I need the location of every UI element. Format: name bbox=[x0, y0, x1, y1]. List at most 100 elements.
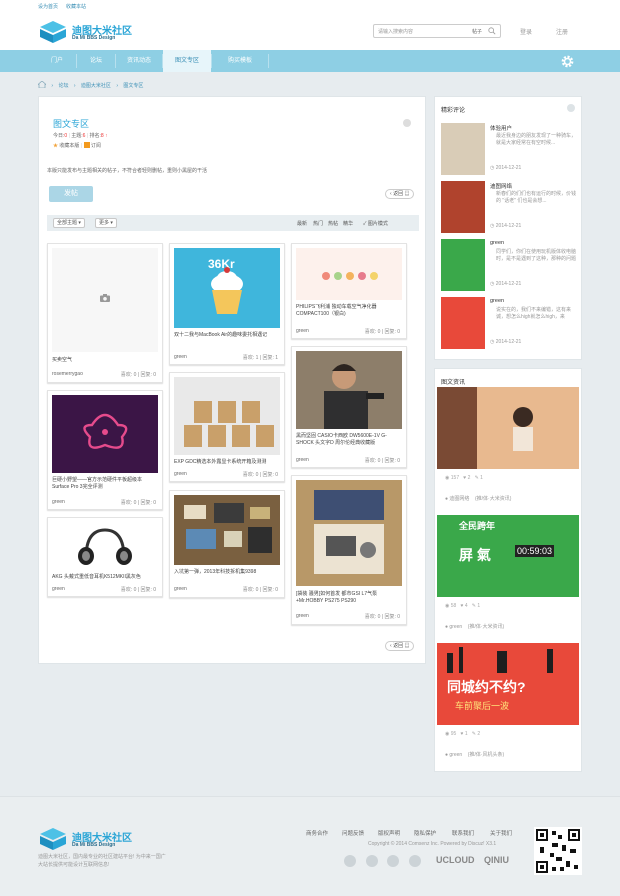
thread-card[interactable]: PHILIPS飞利浦 独动车载空气净化器 COMPACT100（银白) gree… bbox=[291, 243, 407, 339]
comment-thumbnail bbox=[441, 297, 485, 349]
filter-hot-posts[interactable]: 热帖 bbox=[328, 220, 338, 227]
thread-meta: 喜欢: 0 | 回复: 0 bbox=[242, 472, 278, 478]
thread-card[interactable]: [袋装 骚男]如何首发 都市GSI L7气泵+Mr.HOBBY PS275 PS… bbox=[291, 475, 407, 625]
logo-cube-icon bbox=[40, 828, 66, 850]
news-tile[interactable]: 同城约不约? 车前聚后一波 ◉ 95 ♥ 1 ✎ 2 ● green (推/体·… bbox=[437, 643, 579, 769]
home-icon[interactable] bbox=[36, 80, 48, 89]
nav-item-portal[interactable]: 门户 bbox=[38, 50, 76, 72]
thread-title[interactable]: PHILIPS飞利浦 独动车载空气净化器 COMPACT100（银白) bbox=[296, 304, 402, 318]
search-input[interactable]: 请输入搜索内容 bbox=[378, 28, 413, 35]
thread-meta: 喜欢: 0 | 回复: 0 bbox=[242, 587, 278, 593]
filter-hot[interactable]: 热门 bbox=[313, 220, 323, 227]
thread-card[interactable]: 黑而坚固 CASIO卡西欧 DW5600E-1V G-SHOCK 头文字D 周尔… bbox=[291, 346, 407, 468]
comment-item[interactable]: green 说实在的，我们不来编错，这有来诚，想怎么high就怎么high，来 … bbox=[441, 297, 577, 349]
thread-author[interactable]: green bbox=[174, 354, 187, 360]
comment-author[interactable]: 迪图网络 bbox=[490, 182, 512, 190]
poster-subtitle: 车前聚后一波 bbox=[455, 701, 510, 711]
back-button-top[interactable]: ‹ 返回 ▤ bbox=[385, 189, 415, 199]
thread-author[interactable]: green bbox=[174, 471, 187, 477]
thread-title[interactable]: 买卖空气 bbox=[52, 357, 158, 364]
news-author[interactable]: ● green (推/体·风机头条) bbox=[445, 751, 504, 758]
back-button-bottom[interactable]: ‹ 返回 ▤ bbox=[385, 641, 415, 651]
new-post-button[interactable]: 发帖 bbox=[49, 186, 93, 202]
nav-item-forum[interactable]: 论坛 bbox=[77, 50, 115, 72]
thread-title[interactable]: 黑而坚固 CASIO卡西欧 DW5600E-1V G-SHOCK 头文字D 周尔… bbox=[296, 433, 402, 447]
thread-author[interactable]: green bbox=[296, 328, 309, 334]
thread-title[interactable]: 双十二我与MacBook Air的趣味委托相遇记 bbox=[174, 332, 280, 339]
thread-card[interactable]: AKG 头戴式重低音耳机K512MKII黑灰色 green 喜欢: 0 | 回复… bbox=[47, 517, 163, 597]
comment-item[interactable]: green 同学们，你们在使用玩机版体收电脑时，是不是遇到了这种，那种的问题 ◷… bbox=[441, 239, 577, 291]
thread-card[interactable]: 36Kr 双十二我与MacBook Air的趣味委托相遇记 green 喜欢: … bbox=[169, 243, 285, 365]
breadcrumb-current[interactable]: 图文专区 bbox=[123, 83, 143, 89]
thread-author[interactable]: green bbox=[296, 613, 309, 619]
search-icon[interactable] bbox=[488, 27, 496, 35]
favorite-link[interactable]: 收藏本版 bbox=[59, 143, 79, 149]
thread-author[interactable]: green bbox=[52, 586, 65, 592]
news-tile[interactable]: 全民跨年 屏 氣 00:59:03 ◉ 58 ♥ 4 ✎ 1 ● green (… bbox=[437, 515, 579, 643]
footer-link-feedback[interactable]: 问题反馈 bbox=[342, 829, 364, 837]
filter-latest[interactable]: 最新 bbox=[297, 220, 307, 227]
thread-title[interactable]: 巨硬小野望——官方示范硬件平板超级本 Surface Pro 3完全评测 bbox=[52, 477, 158, 491]
share-icon[interactable] bbox=[409, 855, 422, 867]
nav-item-pictures[interactable]: 图文专区 bbox=[163, 50, 211, 72]
breadcrumb-community[interactable]: 迪图大米社区 bbox=[81, 83, 111, 89]
news-author[interactable]: ● green (推/体·大米资讯) bbox=[445, 623, 504, 630]
footer-link-about[interactable]: 关于我们 bbox=[490, 829, 512, 837]
weibo-icon[interactable] bbox=[344, 855, 356, 867]
collapse-icon[interactable] bbox=[403, 119, 411, 127]
thread-author[interactable]: rosemerrygao bbox=[52, 371, 83, 377]
news-tile[interactable]: ◉ 157 ♥ 2 ✎ 1 ● 迪图网络 (推/体·大米资讯) bbox=[437, 387, 579, 515]
thread-author[interactable]: green bbox=[174, 586, 187, 592]
stat-rank: 8 bbox=[100, 133, 104, 139]
thread-image bbox=[52, 522, 158, 570]
comment-item[interactable]: 迪图网络 新春们的们们也有运行的时候，价钱的 "话老" 们也是会想... ◷ 2… bbox=[441, 181, 577, 233]
thread-title[interactable]: 入坑第一弹，2013年科技拆机集9398 bbox=[174, 569, 280, 576]
thread-author[interactable]: green bbox=[52, 499, 65, 505]
set-homepage-link[interactable]: 设为首页 bbox=[38, 3, 58, 10]
rss-link[interactable]: 订阅 bbox=[91, 143, 101, 149]
poster-headline: 同城约不约? bbox=[447, 679, 526, 695]
comment-date: ◷ 2014-12-21 bbox=[490, 281, 522, 287]
site-logo[interactable]: 迪图大米社区 Da Mi BBS Design bbox=[38, 20, 138, 44]
nav-item-buy-template[interactable]: 购买模板 bbox=[212, 50, 268, 72]
forum-title: 图文专区 bbox=[53, 119, 90, 129]
more-select[interactable]: 更多 ▾ bbox=[95, 218, 117, 228]
thread-image bbox=[174, 377, 280, 455]
collapse-icon[interactable] bbox=[567, 104, 575, 112]
qq-icon[interactable] bbox=[387, 855, 400, 867]
thread-title[interactable]: AKG 头戴式重低音耳机K512MKII黑灰色 bbox=[52, 574, 158, 581]
news-author[interactable]: ● 迪图网络 (推/体·大米资讯) bbox=[445, 495, 511, 502]
register-link[interactable]: 注册 bbox=[556, 27, 568, 36]
comment-item[interactable]: 体验用户 最近我身边的朋友发现了一种骑车，就是大家经常在有空时候... ◷ 20… bbox=[441, 123, 577, 175]
comment-text: 最近我身边的朋友发现了一种骑车，就是大家经常在有空时候... bbox=[496, 133, 577, 146]
breadcrumb-forum[interactable]: 论坛 bbox=[58, 83, 68, 89]
thread-title[interactable]: [袋装 骚男]如何首发 都市GSI L7气泵+Mr.HOBBY PS275 PS… bbox=[296, 591, 402, 605]
picture-news-panel: 图文资讯 ◉ 157 ♥ 2 ✎ 1 ● 迪图网络 (推/体·大米资讯) 全民跨… bbox=[434, 368, 582, 772]
footer-link-business[interactable]: 商务合作 bbox=[306, 829, 328, 837]
thread-card[interactable]: EXP GDC精选本外露显卡系统开箱及测测 green 喜欢: 0 | 回复: … bbox=[169, 372, 285, 482]
thread-image: 36Kr bbox=[174, 248, 280, 328]
thread-title[interactable]: EXP GDC精选本外露显卡系统开箱及测测 bbox=[174, 459, 280, 466]
wechat-icon[interactable] bbox=[365, 855, 378, 867]
comment-author[interactable]: green bbox=[490, 240, 504, 246]
footer-link-privacy[interactable]: 隐私保护 bbox=[414, 829, 436, 837]
footer-logo[interactable]: 迪图大米社区 Da Mi BBS Design bbox=[38, 827, 138, 851]
bookmark-link[interactable]: 收藏本站 bbox=[66, 3, 86, 10]
topic-type-select[interactable]: 全部主题 ▾ bbox=[53, 218, 85, 228]
settings-gear-icon[interactable] bbox=[560, 54, 575, 69]
footer-link-copyright[interactable]: 版权声明 bbox=[378, 829, 400, 837]
comment-author[interactable]: green bbox=[490, 298, 504, 304]
comment-author[interactable]: 体验用户 bbox=[490, 124, 512, 132]
filter-digest[interactable]: 精华 bbox=[343, 220, 353, 227]
login-link[interactable]: 登录 bbox=[520, 27, 532, 36]
comment-date: ◷ 2014-12-21 bbox=[490, 223, 522, 229]
search-box[interactable]: 请输入搜索内容 帖子 bbox=[373, 24, 501, 38]
thread-card[interactable]: 巨硬小野望——官方示范硬件平板超级本 Surface Pro 3完全评测 gre… bbox=[47, 390, 163, 510]
thread-author[interactable]: green bbox=[296, 457, 309, 463]
footer-link-contact[interactable]: 联系我们 bbox=[452, 829, 474, 837]
thread-card[interactable]: 入坑第一弹，2013年科技拆机集9398 green 喜欢: 0 | 回复: 0 bbox=[169, 490, 285, 598]
thread-card[interactable]: 买卖空气 rosemerrygao 喜欢: 0 | 回复: 0 bbox=[47, 243, 163, 383]
picture-mode-toggle[interactable]: ✓ 图片模式 bbox=[363, 220, 388, 227]
search-category-select[interactable]: 帖子 bbox=[472, 28, 482, 35]
nav-item-news[interactable]: 资讯动态 bbox=[116, 50, 162, 72]
